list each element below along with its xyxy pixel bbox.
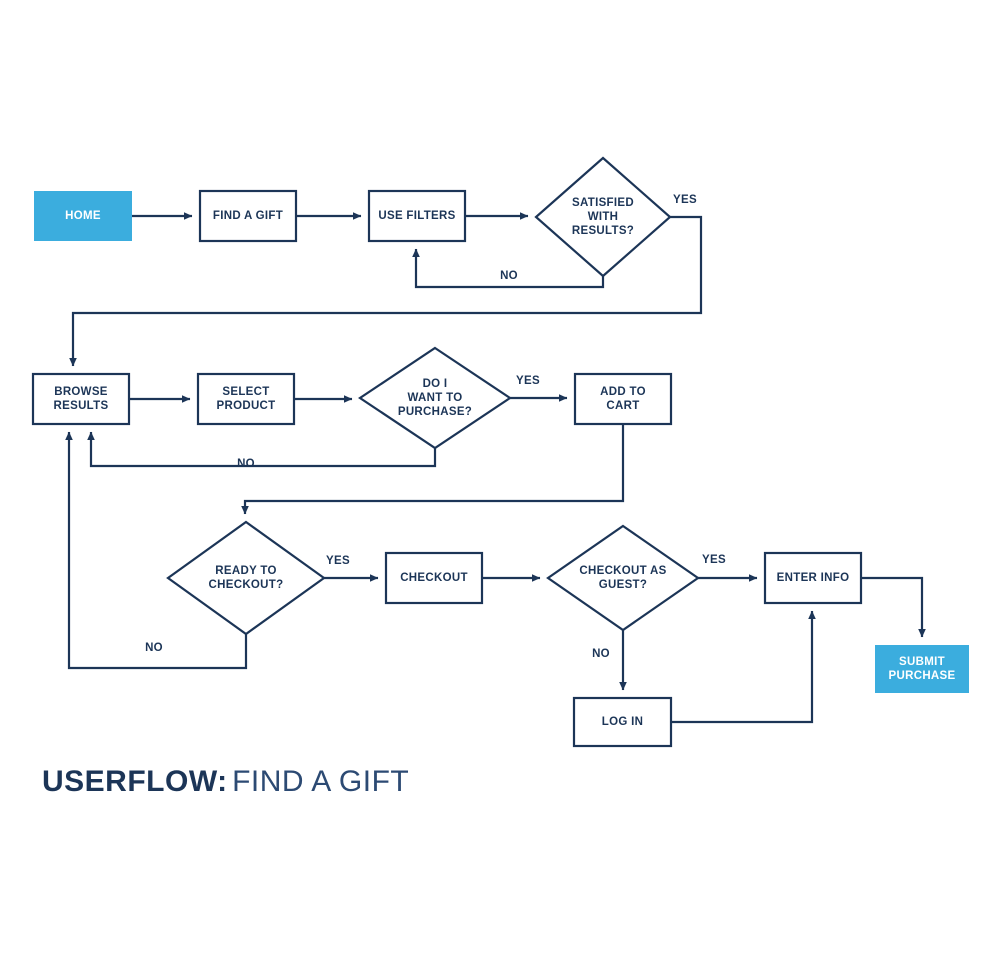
node-checkout[interactable]: CHECKOUT [384, 551, 484, 605]
node-shape-rect [31, 372, 131, 426]
node-submit_purchase[interactable]: SUBMIT PURCHASE [875, 645, 969, 693]
node-use_filters[interactable]: USE FILTERS [367, 189, 467, 243]
edge-label-e9: NO [237, 458, 255, 470]
node-enter_info[interactable]: ENTER INFO [763, 551, 863, 605]
node-shape-diamond [546, 524, 700, 632]
edges-layer [65, 212, 926, 724]
edge-label-e11: YES [326, 555, 350, 567]
node-browse_results[interactable]: BROWSE RESULTS [31, 372, 131, 426]
flowchart-canvas: HOME FIND A GIFT USE FILTERS SATISFIED WITH R… [0, 0, 1000, 958]
node-label-home: HOME [65, 210, 101, 222]
edge-label-e14: YES [702, 554, 726, 566]
node-want_purchase[interactable]: DO I WANT TO PURCHASE? [358, 346, 512, 450]
node-home[interactable]: HOME [34, 191, 132, 241]
node-checkout_guest[interactable]: CHECKOUT AS GUEST? [546, 524, 700, 632]
node-label-find_a_gift: FIND A GIFT [213, 210, 283, 222]
flowchart-svg: HOME FIND A GIFT USE FILTERS SATISFIED WITH R… [31, 156, 969, 748]
node-find_a_gift[interactable]: FIND A GIFT [198, 189, 298, 243]
edge-label-e8: YES [516, 375, 540, 387]
node-shape-rect [196, 372, 296, 426]
node-shape-diamond [166, 520, 326, 636]
diagram-title: USERFLOW: FIND A GIFT [42, 765, 409, 799]
edge-want_purchase-to-browse_results [87, 431, 437, 468]
edge-label-e4: NO [500, 270, 518, 282]
node-shape-rect [875, 645, 969, 693]
title-strong: USERFLOW: [42, 765, 228, 798]
edge-enter_info-to-submit_purchase [861, 576, 926, 638]
node-add_to_cart[interactable]: ADD TO CART [573, 372, 673, 426]
title-light: FIND A GIFT [232, 765, 410, 798]
node-ready_checkout[interactable]: READY TO CHECKOUT? [166, 520, 326, 636]
node-log_in[interactable]: LOG IN [572, 696, 673, 748]
node-select_product[interactable]: SELECT PRODUCT [196, 372, 296, 426]
node-shape-rect [573, 372, 673, 426]
edge-label-e5: YES [673, 194, 697, 206]
node-satisfied[interactable]: SATISFIED WITH RESULTS? [534, 156, 672, 278]
node-label-enter_info: ENTER INFO [777, 572, 850, 584]
edge-label-e15: NO [592, 648, 610, 660]
node-label-checkout: CHECKOUT [400, 572, 468, 584]
node-label-log_in: LOG IN [602, 716, 643, 728]
node-label-use_filters: USE FILTERS [378, 210, 455, 222]
edge-log_in-to-enter_info [671, 610, 816, 724]
nodes-layer: HOME FIND A GIFT USE FILTERS SATISFIED WITH R… [31, 156, 969, 748]
edge-label-e12: NO [145, 642, 163, 654]
